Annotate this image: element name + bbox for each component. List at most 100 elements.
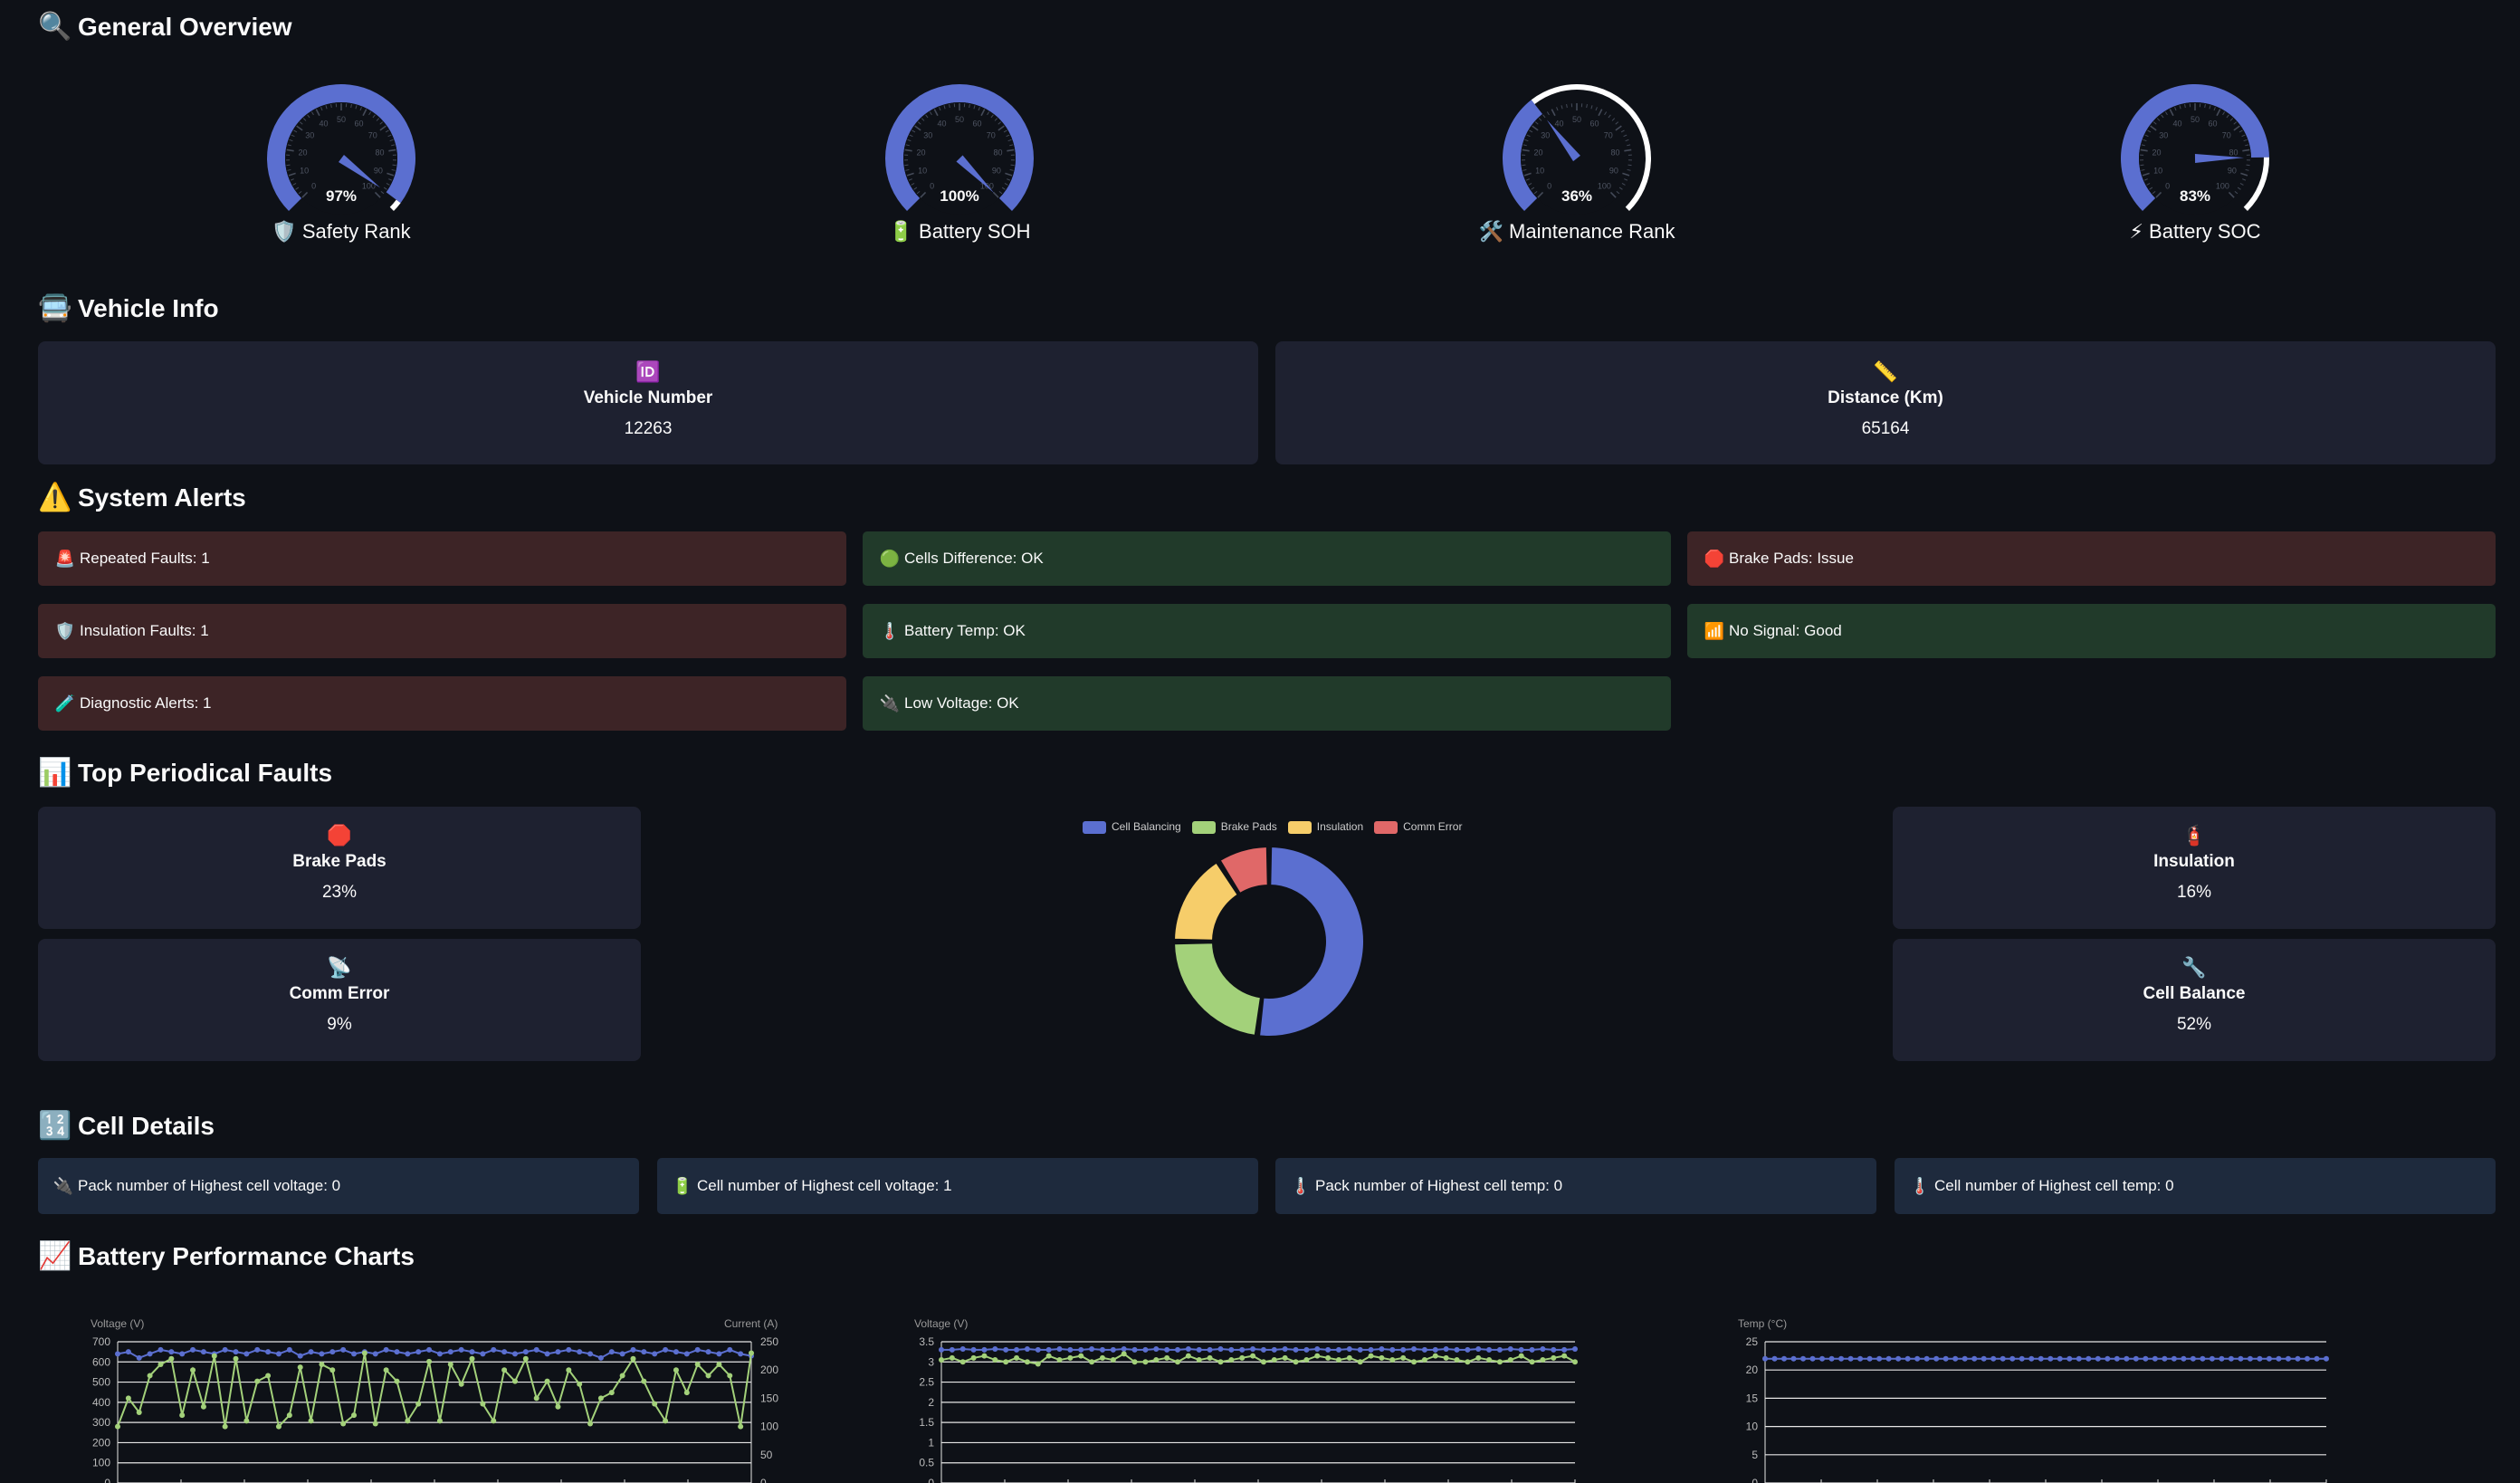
series-point — [1035, 1361, 1041, 1367]
series-point — [1067, 1346, 1074, 1353]
series-point — [319, 1361, 325, 1367]
gauge-dial: 010203040 50 6070809010097% — [267, 83, 415, 215]
series-point — [683, 1351, 690, 1357]
legend-item[interactable]: Comm Error — [1374, 820, 1462, 834]
series-point — [597, 1354, 604, 1361]
y-tick-label: 200 — [92, 1436, 110, 1449]
fault-card-value: 23% — [321, 883, 358, 902]
series-point — [1078, 1346, 1084, 1353]
series-point — [2181, 1355, 2187, 1362]
series-point — [1153, 1346, 1160, 1353]
cell-temp-chart[interactable]: Temp (°C) 0 5 10 15 20 25 — [1720, 1313, 2444, 1483]
cell-detail-item: 🔌 Pack number of Highest cell voltage: 0 — [38, 1158, 639, 1214]
series-point — [2247, 1355, 2253, 1362]
series-point — [147, 1373, 153, 1379]
series-point — [663, 1346, 669, 1353]
gauge-tick-label: 40 — [1554, 120, 1563, 129]
series-point — [949, 1346, 955, 1353]
series-point — [200, 1349, 206, 1355]
y-tick-label: 1.5 — [919, 1416, 934, 1429]
series-point — [1357, 1346, 1363, 1353]
y-tick-label: 1 — [928, 1436, 934, 1449]
gauge-tick-label: 70 — [2222, 131, 2231, 140]
y-tick-label: 0 — [104, 1477, 110, 1483]
alert-icon: 🧪 — [54, 694, 76, 713]
series-point — [1045, 1346, 1052, 1353]
series-point — [2028, 1355, 2035, 1362]
ruler-icon: 📏 — [1873, 360, 1898, 383]
gauge-tick-label: 70 — [987, 131, 996, 140]
legend-swatch — [1083, 820, 1106, 834]
series-point — [1572, 1359, 1578, 1365]
series-point — [2067, 1355, 2073, 1362]
series-point — [992, 1357, 998, 1363]
gauge-tick — [1522, 164, 1526, 167]
series-point — [329, 1349, 336, 1355]
series-point — [522, 1355, 529, 1362]
alert-item: 🔌 Low Voltage: OK — [863, 676, 1671, 731]
series-point — [1819, 1355, 1826, 1362]
series-point — [136, 1354, 142, 1361]
series-point — [2190, 1355, 2196, 1362]
cell-detail-text: Cell number of Highest cell voltage: 1 — [697, 1177, 952, 1194]
series-point — [522, 1349, 529, 1355]
series-point — [608, 1349, 615, 1355]
gauge-tick-label: 30 — [1541, 131, 1550, 140]
series-point — [970, 1346, 977, 1353]
gauge-tick — [1628, 164, 1632, 167]
series-point — [2152, 1355, 2158, 1362]
series-point — [1056, 1346, 1063, 1353]
donut-slice-brake-pads[interactable] — [1173, 942, 1262, 1037]
series-point — [222, 1423, 228, 1430]
series-point — [1250, 1346, 1256, 1353]
series-point — [1496, 1346, 1503, 1353]
series-point — [1771, 1355, 1778, 1362]
series-point — [533, 1346, 539, 1353]
gauge-tick-label: 20 — [1534, 148, 1543, 157]
series-point — [340, 1421, 347, 1427]
donut-slice-cell-balancing[interactable] — [1258, 846, 1365, 1038]
series-point — [1379, 1354, 1385, 1361]
alert-item: 🌡️ Battery Temp: OK — [863, 604, 1671, 658]
series-point — [458, 1381, 464, 1387]
series-point — [2105, 1355, 2111, 1362]
alert-text: Brake Pads: Issue — [1729, 550, 1854, 567]
distance-value: 65164 — [1861, 419, 1910, 438]
series-point — [351, 1351, 358, 1357]
gauge-tick-label: 90 — [992, 166, 1001, 175]
series-point — [480, 1351, 486, 1357]
y-tick-label: 2 — [928, 1396, 934, 1409]
faults-donut-chart[interactable] — [1151, 824, 1387, 1059]
fault-card-value: 52% — [2176, 1015, 2212, 1034]
series-point — [1164, 1346, 1170, 1353]
series-point — [1325, 1354, 1332, 1361]
cell-voltage-chart[interactable]: Voltage (V) 0 0.5 1 1.5 2 2.5 3 3.5 — [896, 1313, 1620, 1483]
gauge-tick-label: 50 — [2191, 115, 2200, 124]
series-point — [587, 1421, 594, 1427]
series-point — [308, 1418, 314, 1424]
series-point — [1561, 1353, 1568, 1359]
series-point — [243, 1351, 250, 1357]
series-point — [2314, 1355, 2320, 1362]
series-point — [1196, 1357, 1202, 1363]
alert-icon: 🛡️ — [54, 621, 76, 640]
alert-text: Low Voltage: OK — [904, 694, 1019, 712]
gauge-dial: 010 20 30 40 50 60 70 80 90 100 36% — [1503, 84, 1651, 215]
alert-item: 🛑 Brake Pads: Issue — [1687, 531, 2496, 586]
series-point — [1024, 1359, 1030, 1365]
cell-detail-item: 🌡️ Pack number of Highest cell temp: 0 — [1275, 1158, 1876, 1214]
alert-text: Insulation Faults: 1 — [80, 622, 209, 639]
series-point — [1421, 1357, 1427, 1363]
voltage-current-chart[interactable]: Voltage (V)0100200300400500600700Current… — [72, 1313, 797, 1483]
series-point — [683, 1390, 690, 1396]
series-point — [286, 1346, 292, 1353]
distance-card: 📏 Distance (Km) 65164 — [1275, 341, 2496, 464]
series-point — [1185, 1353, 1191, 1359]
alert-icon: 🌡️ — [879, 621, 901, 640]
series-point — [147, 1351, 153, 1357]
y-tick-label: 100 — [92, 1457, 110, 1469]
series-point — [544, 1351, 550, 1357]
series-point — [608, 1390, 615, 1396]
series-point — [501, 1367, 508, 1373]
gauge-tick-label: 100 — [1598, 181, 1611, 190]
